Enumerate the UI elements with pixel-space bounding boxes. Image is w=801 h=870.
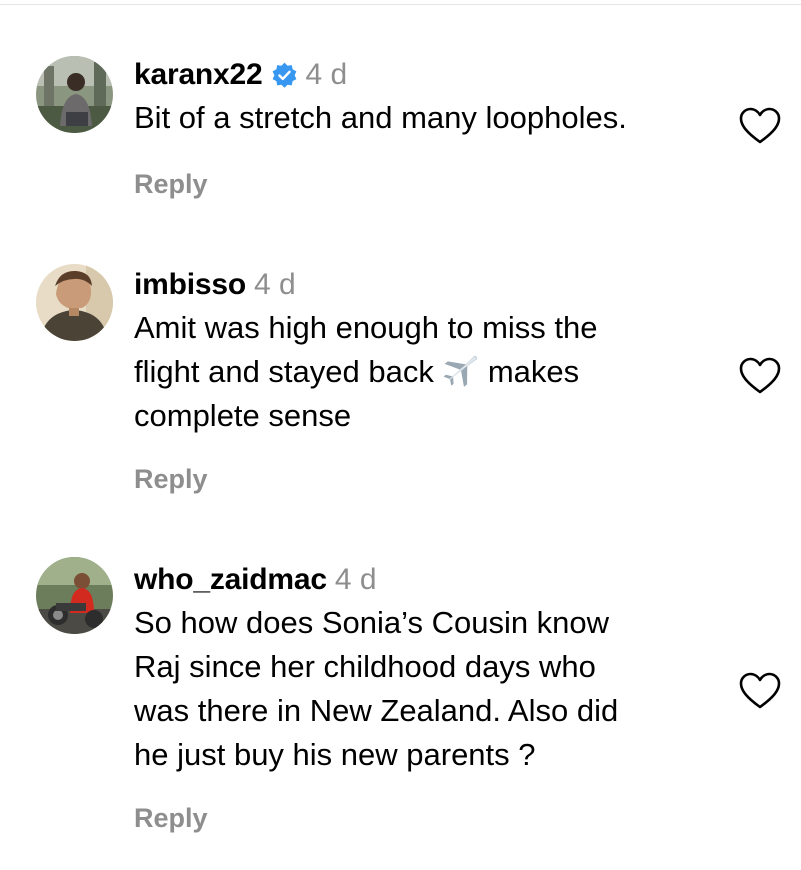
top-divider: [0, 4, 801, 5]
comment-text-line: Amit was high enough to miss the: [134, 310, 598, 345]
comment-text: Amit was high enough to miss the flight …: [134, 306, 724, 438]
comment-text-segment: flight and stayed back: [134, 354, 434, 389]
heart-outline-icon: [739, 672, 781, 709]
verified-badge-icon: [271, 62, 298, 89]
like-button[interactable]: [738, 671, 782, 711]
comment-text: Bit of a stretch and many loopholes.: [134, 96, 724, 140]
reply-button[interactable]: Reply: [134, 803, 208, 834]
heart-outline-icon: [739, 107, 781, 144]
reply-button[interactable]: Reply: [134, 464, 208, 495]
timestamp: 4 d: [334, 563, 377, 596]
avatar[interactable]: [36, 56, 113, 133]
avatar[interactable]: [36, 557, 113, 634]
comment-text-segment: makes: [487, 354, 580, 389]
comment-text-line: was there in New Zealand. Also did: [134, 693, 619, 728]
username[interactable]: imbisso: [134, 268, 246, 302]
heart-outline-icon: [739, 357, 781, 394]
reply-button[interactable]: Reply: [134, 169, 208, 200]
comment-text-line: So how does Sonia’s Cousin know: [134, 605, 610, 640]
comment-text-line: Raj since her childhood days who: [134, 649, 596, 684]
comment-text-line: complete sense: [134, 398, 352, 433]
like-button[interactable]: [738, 356, 782, 396]
username[interactable]: who_zaidmac: [134, 563, 327, 597]
username[interactable]: karanx22: [134, 58, 263, 92]
comment-text-line: Bit of a stretch and many loopholes.: [134, 100, 627, 135]
comment-text: So how does Sonia’s Cousin know Raj sinc…: [134, 601, 724, 777]
comment-text-line: flight and stayed back makes: [134, 350, 724, 394]
timestamp: 4 d: [253, 268, 296, 301]
comment-text-line: he just buy his new parents ?: [134, 737, 536, 772]
avatar[interactable]: [36, 264, 113, 341]
timestamp: 4 d: [305, 58, 348, 91]
like-button[interactable]: [738, 106, 782, 146]
airplane-emoji-icon: [442, 351, 482, 387]
